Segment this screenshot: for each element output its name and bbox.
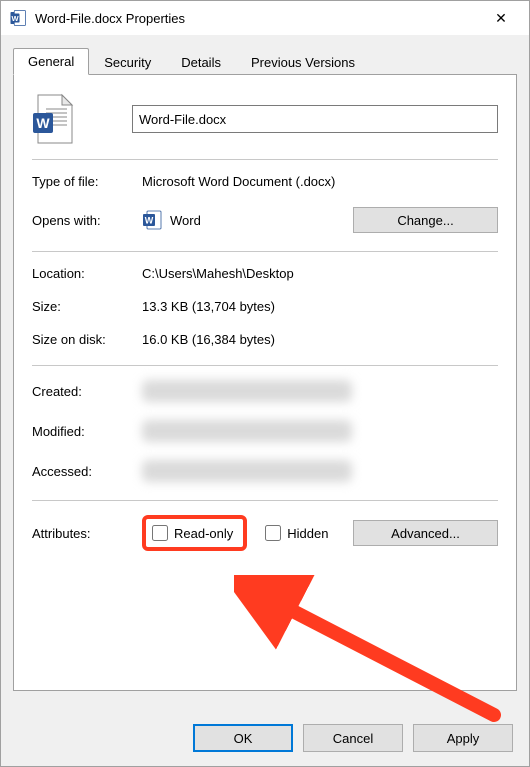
svg-text:W: W — [11, 14, 19, 23]
readonly-checkbox[interactable] — [152, 525, 168, 541]
created-value-redacted — [142, 380, 352, 402]
readonly-checkbox-wrap[interactable]: Read-only — [152, 525, 233, 541]
tab-previous-versions[interactable]: Previous Versions — [236, 49, 370, 75]
attributes-row: Attributes: Read-only Hidden Advanced... — [32, 515, 498, 551]
cancel-button[interactable]: Cancel — [303, 724, 403, 752]
hidden-checkbox[interactable] — [265, 525, 281, 541]
modified-label: Modified: — [32, 424, 142, 439]
window-title: Word-File.docx Properties — [35, 11, 481, 26]
document-icon: W — [32, 93, 76, 145]
divider — [32, 159, 498, 160]
accessed-value-redacted — [142, 460, 352, 482]
opens-with-value: Word — [170, 213, 201, 228]
type-value: Microsoft Word Document (.docx) — [142, 174, 498, 189]
divider — [32, 251, 498, 252]
file-header-row: W — [32, 93, 498, 145]
modified-row: Modified: — [32, 420, 498, 442]
created-label: Created: — [32, 384, 142, 399]
change-button[interactable]: Change... — [353, 207, 498, 233]
readonly-label: Read-only — [174, 526, 233, 541]
opens-with-label: Opens with: — [32, 213, 142, 228]
hidden-checkbox-wrap[interactable]: Hidden — [265, 525, 328, 541]
location-value: C:\Users\Mahesh\Desktop — [142, 266, 498, 281]
type-label: Type of file: — [32, 174, 142, 189]
location-label: Location: — [32, 266, 142, 281]
close-button[interactable]: ✕ — [481, 2, 521, 34]
size-on-disk-value: 16.0 KB (16,384 bytes) — [142, 332, 498, 347]
dialog-footer: OK Cancel Apply — [1, 710, 529, 766]
opens-with-row: Opens with: W Word Change... — [32, 207, 498, 233]
readonly-highlight: Read-only — [142, 515, 247, 551]
filename-input[interactable] — [132, 105, 498, 133]
attributes-label: Attributes: — [32, 526, 142, 541]
tab-general[interactable]: General — [13, 48, 89, 75]
advanced-button[interactable]: Advanced... — [353, 520, 498, 546]
modified-value-redacted — [142, 420, 352, 442]
svg-text:W: W — [36, 115, 50, 131]
accessed-label: Accessed: — [32, 464, 142, 479]
tab-strip: General Security Details Previous Versio… — [13, 45, 517, 75]
size-value: 13.3 KB (13,704 bytes) — [142, 299, 498, 314]
dialog-content: General Security Details Previous Versio… — [1, 35, 529, 710]
properties-dialog: W Word-File.docx Properties ✕ General Se… — [0, 0, 530, 767]
size-on-disk-label: Size on disk: — [32, 332, 142, 347]
ok-button[interactable]: OK — [193, 724, 293, 752]
word-program-icon: W — [142, 210, 162, 230]
general-tab-panel: W Type of file: Microsoft Word Document … — [13, 74, 517, 691]
divider — [32, 365, 498, 366]
hidden-label: Hidden — [287, 526, 328, 541]
size-label: Size: — [32, 299, 142, 314]
divider — [32, 500, 498, 501]
annotation-arrow — [234, 575, 514, 725]
accessed-row: Accessed: — [32, 460, 498, 482]
type-of-file-row: Type of file: Microsoft Word Document (.… — [32, 174, 498, 189]
created-row: Created: — [32, 380, 498, 402]
svg-text:W: W — [145, 216, 154, 226]
word-app-icon: W — [9, 9, 27, 27]
size-on-disk-row: Size on disk: 16.0 KB (16,384 bytes) — [32, 332, 498, 347]
size-row: Size: 13.3 KB (13,704 bytes) — [32, 299, 498, 314]
location-row: Location: C:\Users\Mahesh\Desktop — [32, 266, 498, 281]
close-icon: ✕ — [495, 10, 507, 27]
titlebar: W Word-File.docx Properties ✕ — [1, 1, 529, 35]
apply-button[interactable]: Apply — [413, 724, 513, 752]
tab-security[interactable]: Security — [89, 49, 166, 75]
tab-details[interactable]: Details — [166, 49, 236, 75]
